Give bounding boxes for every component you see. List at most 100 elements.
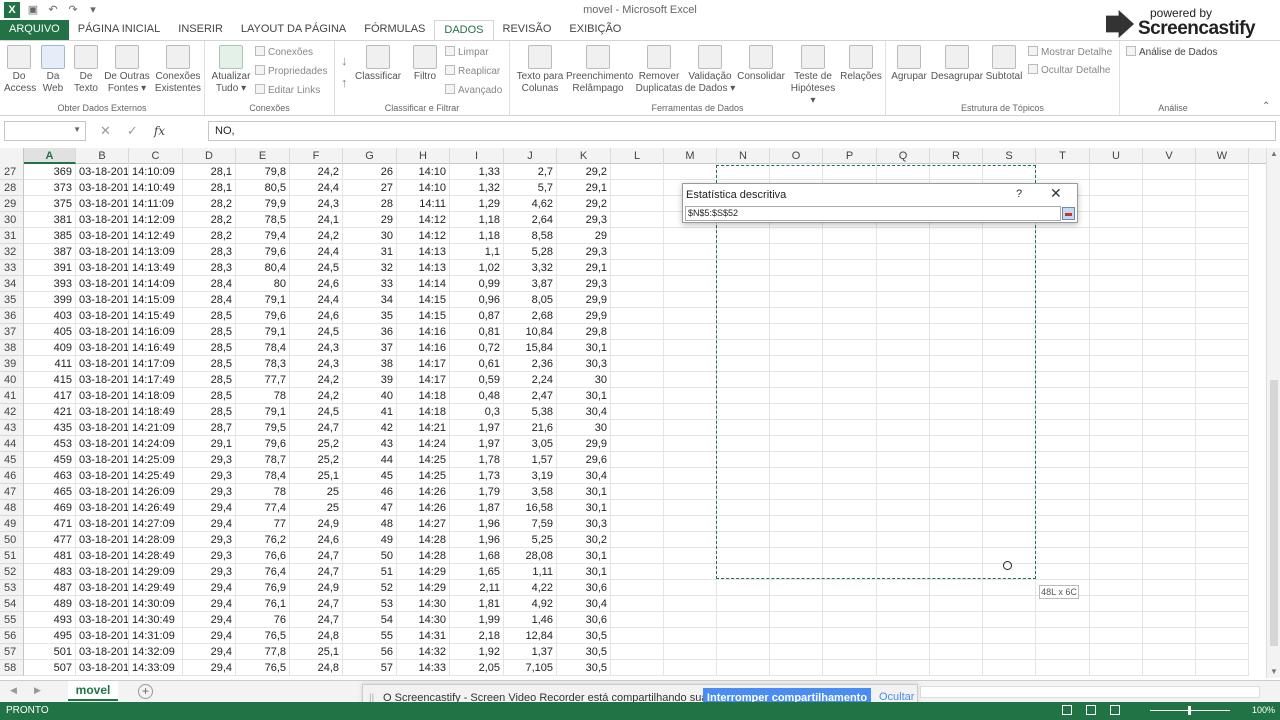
cell-w[interactable] <box>1196 404 1249 420</box>
cell-a[interactable]: 403 <box>24 308 76 324</box>
row-header[interactable]: 34 <box>0 276 24 292</box>
cell-j[interactable]: 16,58 <box>504 500 557 516</box>
cell-t[interactable] <box>1036 292 1090 308</box>
cell-k[interactable]: 30,1 <box>557 548 611 564</box>
cell-d[interactable]: 28,2 <box>183 212 236 228</box>
cell-e[interactable]: 79,5 <box>236 420 290 436</box>
cell-v[interactable] <box>1143 628 1196 644</box>
cell-l[interactable] <box>611 212 664 228</box>
cell-a[interactable]: 405 <box>24 324 76 340</box>
cell-i[interactable]: 1,99 <box>450 612 504 628</box>
cell-h[interactable]: 14:12 <box>397 212 450 228</box>
cell-j[interactable]: 2,36 <box>504 356 557 372</box>
cell-g[interactable]: 37 <box>343 340 397 356</box>
cell-b[interactable]: 03-18-201 <box>76 180 129 196</box>
cell-g[interactable]: 41 <box>343 404 397 420</box>
cell-c[interactable]: 14:18:49 <box>129 404 183 420</box>
column-header-m[interactable]: M <box>664 148 717 164</box>
cell-g[interactable]: 27 <box>343 180 397 196</box>
cell-w[interactable] <box>1196 388 1249 404</box>
cell-a[interactable]: 493 <box>24 612 76 628</box>
cell-e[interactable]: 78 <box>236 484 290 500</box>
cell-f[interactable]: 24,8 <box>290 628 343 644</box>
cell-u[interactable] <box>1090 548 1143 564</box>
cell-e[interactable]: 76,5 <box>236 628 290 644</box>
column-header-w[interactable]: W <box>1196 148 1249 164</box>
cell-l[interactable] <box>611 612 664 628</box>
cell-t[interactable] <box>1036 484 1090 500</box>
cell-v[interactable] <box>1143 308 1196 324</box>
cell-m[interactable] <box>664 468 717 484</box>
cell-t[interactable] <box>1036 548 1090 564</box>
cell-c[interactable]: 14:16:09 <box>129 324 183 340</box>
cell-t[interactable] <box>1036 324 1090 340</box>
cell-d[interactable]: 28,5 <box>183 388 236 404</box>
cell-u[interactable] <box>1090 388 1143 404</box>
cell-e[interactable]: 79,1 <box>236 404 290 420</box>
cell-h[interactable]: 14:26 <box>397 484 450 500</box>
reapply-button[interactable]: Reaplicar <box>445 65 500 77</box>
cell-d[interactable]: 29,4 <box>183 516 236 532</box>
cell-t[interactable] <box>1036 500 1090 516</box>
zoom-level[interactable]: 100% <box>1252 705 1275 715</box>
cell-p[interactable] <box>823 580 877 596</box>
cell-k[interactable]: 29,1 <box>557 180 611 196</box>
cell-e[interactable]: 80 <box>236 276 290 292</box>
cell-b[interactable]: 03-18-201 <box>76 628 129 644</box>
cell-k[interactable]: 29,9 <box>557 292 611 308</box>
row-header[interactable]: 58 <box>0 660 24 676</box>
row-header[interactable]: 41 <box>0 388 24 404</box>
cell-k[interactable]: 30,4 <box>557 596 611 612</box>
from-web-button[interactable]: Da Web <box>38 45 68 95</box>
cell-a[interactable]: 391 <box>24 260 76 276</box>
cell-b[interactable]: 03-18-201 <box>76 292 129 308</box>
cell-f[interactable]: 24,2 <box>290 228 343 244</box>
cell-v[interactable] <box>1143 516 1196 532</box>
cell-w[interactable] <box>1196 596 1249 612</box>
cell-f[interactable]: 24,5 <box>290 324 343 340</box>
cell-i[interactable]: 0,3 <box>450 404 504 420</box>
add-sheet-icon[interactable]: + <box>138 684 153 699</box>
cell-i[interactable]: 1,18 <box>450 212 504 228</box>
cell-h[interactable]: 14:33 <box>397 660 450 676</box>
cell-f[interactable]: 25,1 <box>290 644 343 660</box>
cell-b[interactable]: 03-18-201 <box>76 644 129 660</box>
cell-b[interactable]: 03-18-201 <box>76 164 129 180</box>
cell-g[interactable]: 36 <box>343 324 397 340</box>
column-header-a[interactable]: A <box>24 148 76 164</box>
cell-i[interactable]: 1,1 <box>450 244 504 260</box>
cell-j[interactable]: 4,62 <box>504 196 557 212</box>
cell-u[interactable] <box>1090 596 1143 612</box>
cell-b[interactable]: 03-18-201 <box>76 484 129 500</box>
cell-n[interactable] <box>717 644 770 660</box>
cell-u[interactable] <box>1090 452 1143 468</box>
cell-o[interactable] <box>770 628 823 644</box>
cell-w[interactable] <box>1196 164 1249 180</box>
cell-g[interactable]: 32 <box>343 260 397 276</box>
cell-m[interactable] <box>664 516 717 532</box>
cell-b[interactable]: 03-18-201 <box>76 388 129 404</box>
cell-g[interactable]: 45 <box>343 468 397 484</box>
cell-s[interactable] <box>983 628 1036 644</box>
cell-u[interactable] <box>1090 196 1143 212</box>
cell-m[interactable] <box>664 436 717 452</box>
cell-w[interactable] <box>1196 372 1249 388</box>
cell-u[interactable] <box>1090 244 1143 260</box>
column-header-d[interactable]: D <box>183 148 236 164</box>
page-layout-view-icon[interactable] <box>1086 705 1096 715</box>
cell-j[interactable]: 1,37 <box>504 644 557 660</box>
cell-a[interactable]: 421 <box>24 404 76 420</box>
cell-c[interactable]: 14:11:09 <box>129 196 183 212</box>
tab-layout-da-página[interactable]: LAYOUT DA PÁGINA <box>232 20 355 40</box>
cell-l[interactable] <box>611 420 664 436</box>
cell-m[interactable] <box>664 580 717 596</box>
cell-q[interactable] <box>877 628 930 644</box>
cell-t[interactable] <box>1036 612 1090 628</box>
cell-s[interactable] <box>983 596 1036 612</box>
cell-m[interactable] <box>664 260 717 276</box>
dialog-close-icon[interactable]: ✕ <box>1050 185 1062 202</box>
cell-h[interactable]: 14:21 <box>397 420 450 436</box>
cell-k[interactable]: 29,9 <box>557 436 611 452</box>
column-header-l[interactable]: L <box>611 148 664 164</box>
cell-a[interactable]: 409 <box>24 340 76 356</box>
